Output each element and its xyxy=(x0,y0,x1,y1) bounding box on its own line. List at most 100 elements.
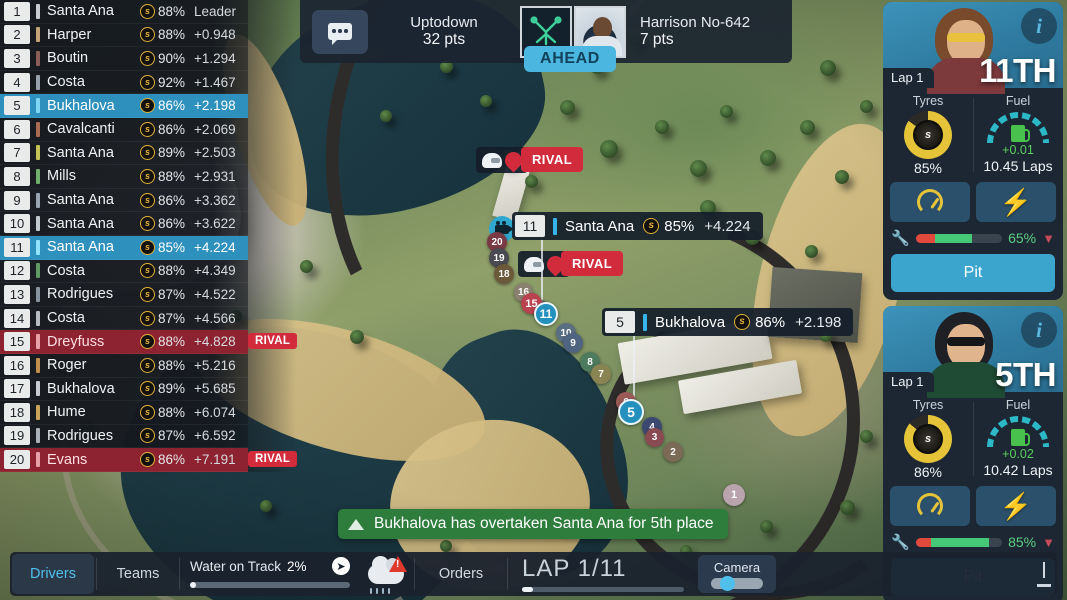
car-marker[interactable]: 1 xyxy=(723,484,745,506)
row-gap: +2.931 xyxy=(194,168,236,184)
tyre-compound-icon: s xyxy=(913,424,943,454)
arrow-right-icon[interactable]: ➤ xyxy=(332,557,350,575)
tree-icon xyxy=(655,120,669,134)
lap-counter: LAP 1/11 xyxy=(508,552,698,596)
leaderboard-row[interactable]: 5 Bukhalova s 86% +2.198 xyxy=(0,94,248,118)
driver-card[interactable]: i Lap 1 11TH Tyres s 85% Fuel +0.01 10.45 Laps ⚡ 🔧… xyxy=(883,2,1063,300)
pace-mode-button[interactable] xyxy=(890,486,970,526)
leaderboard-row[interactable]: 4 Costa s 92% +1.467 xyxy=(0,70,248,95)
condition-bar xyxy=(915,537,1003,547)
leaderboard-row[interactable]: 7 Santa Ana s 89% +2.503 xyxy=(0,141,248,166)
car-marker[interactable]: 11 xyxy=(534,302,558,326)
leaderboard-row[interactable]: 13 Rodrigues s 87% +4.522 xyxy=(0,283,248,307)
orders-button[interactable]: Orders xyxy=(415,552,507,596)
row-driver-name: Santa Ana xyxy=(47,3,114,20)
tyre-compound-icon: s xyxy=(140,357,155,373)
leaderboard[interactable]: 1 Santa Ana s 88% Leader 2 Harper s 88% +0.948 3 Bo… xyxy=(0,0,298,472)
car-marker[interactable]: 7 xyxy=(591,364,611,384)
leaderboard-row[interactable]: 11 Santa Ana s 85% +4.224 xyxy=(0,235,248,260)
tyre-compound-icon: s xyxy=(140,168,155,184)
chevron-down-icon[interactable]: ▼ xyxy=(1042,535,1055,550)
chevron-down-icon[interactable]: ▼ xyxy=(1042,231,1055,246)
pit-button[interactable]: Pit xyxy=(891,254,1055,292)
android-nav[interactable] xyxy=(1031,552,1057,596)
label-stem xyxy=(541,236,543,304)
ers-mode-button[interactable]: ⚡ xyxy=(976,182,1056,222)
tyre-compound-icon: s xyxy=(140,27,155,43)
camera-slider-knob[interactable] xyxy=(720,575,735,591)
driver-gauges: Tyres s 85% Fuel +0.01 10.45 Laps xyxy=(883,88,1063,178)
camera-toggle[interactable]: Camera xyxy=(698,555,776,593)
water-slider[interactable] xyxy=(190,582,350,588)
matchup-badges: AHEAD xyxy=(520,5,626,72)
map-driver-label-secondary[interactable]: 5 Bukhalova s 86% +2.198 xyxy=(602,308,854,336)
car-condition[interactable]: 🔧 85% ▼ xyxy=(883,526,1063,555)
camera-slider[interactable] xyxy=(711,575,763,591)
row-team-color xyxy=(36,98,40,114)
tab-drivers[interactable]: Drivers xyxy=(12,554,94,594)
row-driver-name: Costa xyxy=(47,262,85,279)
tyre-compound-icon: s xyxy=(140,3,155,19)
leaderboard-row[interactable]: 17 Bukhalova s 89% +5.685 xyxy=(0,377,248,402)
car-marker[interactable]: 5 xyxy=(618,399,644,425)
fuel-pump-icon xyxy=(1011,429,1030,446)
chat-button[interactable] xyxy=(312,9,368,54)
leaderboard-row[interactable]: 12 Costa s 88% +4.349 xyxy=(0,259,248,284)
leaderboard-row[interactable]: 9 Santa Ana s 86% +3.362 xyxy=(0,188,248,213)
nav-bar-icon xyxy=(1043,561,1045,578)
map-driver-label-primary[interactable]: 11 Santa Ana s 85% +4.224 xyxy=(512,212,763,240)
leaderboard-row[interactable]: 8 Mills s 88% +2.931 xyxy=(0,165,248,189)
leaderboard-row[interactable]: 1 Santa Ana s 88% Leader xyxy=(0,0,248,24)
row-driver-name: Bukhalova xyxy=(47,380,115,397)
row-position: 15 xyxy=(4,332,30,352)
info-button[interactable]: i xyxy=(1021,8,1057,44)
ers-mode-button[interactable]: ⚡ xyxy=(976,486,1056,526)
fuel-delta: +0.02 xyxy=(1002,447,1034,461)
car-marker[interactable]: 9 xyxy=(563,333,583,353)
leaderboard-row[interactable]: 3 Boutin s 90% +1.294 xyxy=(0,47,248,71)
tab-teams[interactable]: Teams xyxy=(97,552,179,596)
car-condition[interactable]: 🔧 65% ▼ xyxy=(883,222,1063,251)
water-slider-fill xyxy=(190,582,196,588)
leaderboard-row[interactable]: 10 Santa Ana s 86% +3.622 xyxy=(0,212,248,236)
row-position: 18 xyxy=(4,402,30,422)
car-marker[interactable]: 18 xyxy=(494,264,514,284)
row-gap: +7.191 xyxy=(194,452,236,468)
leaderboard-row[interactable]: 16 Roger s 88% +5.216 xyxy=(0,353,248,378)
leaderboard-row[interactable]: 2 Harper s 88% +0.948 xyxy=(0,23,248,48)
row-gap: Leader xyxy=(194,3,237,19)
leaderboard-row[interactable]: 20 Evans s 86% +7.191 RIVAL xyxy=(0,448,298,472)
tyres-gauge[interactable]: Tyres s 86% xyxy=(883,398,973,480)
row-driver-name: Mills xyxy=(47,168,76,185)
leaderboard-row[interactable]: 6 Cavalcanti s 86% +2.069 xyxy=(0,117,248,142)
game-screen: 2019181615131110987654321 RIVAL RIVAL 11… xyxy=(0,0,1067,600)
fuel-gauge[interactable]: Fuel +0.01 10.45 Laps xyxy=(973,94,1063,176)
leaderboard-row[interactable]: 19 Rodrigues s 87% +6.592 xyxy=(0,424,248,449)
fuel-gauge[interactable]: Fuel +0.02 10.42 Laps xyxy=(973,398,1063,480)
tyre-compound-icon: s xyxy=(140,74,155,90)
map-label-position: 5 xyxy=(605,311,635,333)
row-gap: +2.503 xyxy=(194,145,236,161)
info-button[interactable]: i xyxy=(1021,312,1057,348)
tyres-gauge[interactable]: Tyres s 85% xyxy=(883,94,973,176)
weather-indicator[interactable] xyxy=(358,552,414,596)
leaderboard-row[interactable]: 14 Costa s 87% +4.566 xyxy=(0,306,248,331)
row-driver-name: Dreyfuss xyxy=(47,333,105,350)
fuel-pump-icon xyxy=(1011,125,1030,142)
row-position: 17 xyxy=(4,379,30,399)
leaderboard-row[interactable]: 15 Dreyfuss s 88% +4.828 RIVAL xyxy=(0,330,298,354)
pace-mode-button[interactable] xyxy=(890,182,970,222)
row-position: 19 xyxy=(4,426,30,446)
car-marker[interactable]: 3 xyxy=(645,428,664,447)
rain-drops-icon xyxy=(370,588,390,594)
car-marker[interactable]: 2 xyxy=(663,442,683,462)
row-position: 20 xyxy=(4,450,30,470)
label-stem xyxy=(633,336,635,402)
row-gap: +1.467 xyxy=(194,74,236,90)
leaderboard-row[interactable]: 18 Hume s 88% +6.074 xyxy=(0,401,248,425)
water-on-track[interactable]: Water on Track 2% ➤ xyxy=(180,552,358,596)
row-position: 3 xyxy=(4,48,30,68)
row-position: 4 xyxy=(4,72,30,92)
map-label-tyre-pct: 86% xyxy=(755,313,786,331)
row-driver-name: Boutin xyxy=(47,50,89,67)
